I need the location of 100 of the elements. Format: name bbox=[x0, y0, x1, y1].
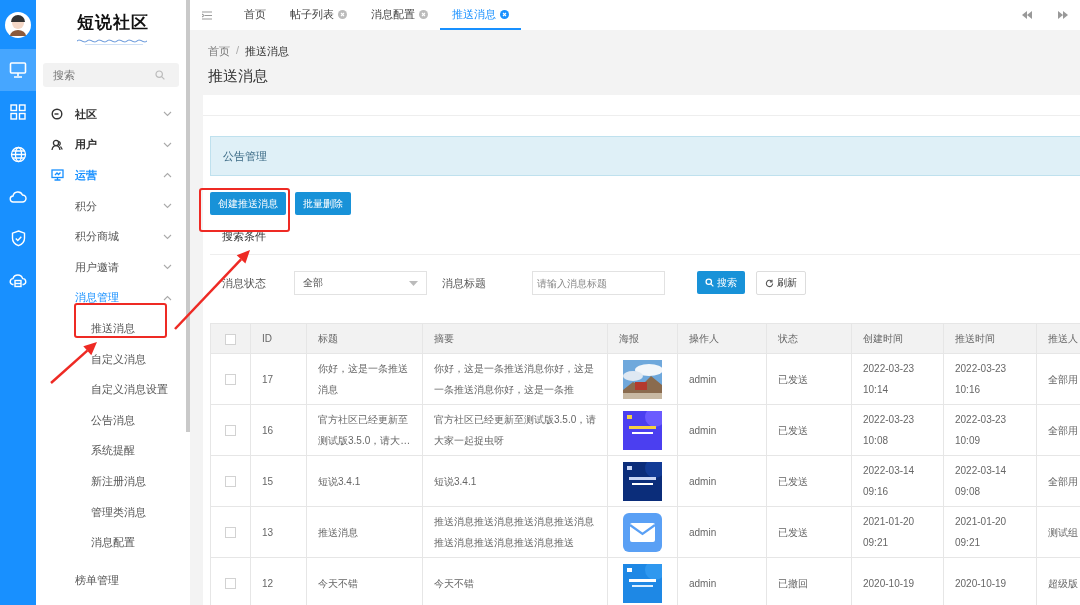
table-cell: 2020-10-19 bbox=[955, 577, 1007, 589]
close-icon[interactable] bbox=[500, 9, 509, 19]
chat-icon bbox=[51, 108, 63, 121]
menu-item[interactable]: 用户 bbox=[36, 129, 186, 161]
table-cell: 全部用 bbox=[1048, 424, 1078, 436]
fast-forward-icon[interactable] bbox=[1058, 11, 1068, 19]
menu-item[interactable]: 管理类消息 bbox=[36, 496, 186, 528]
menu-item[interactable]: 积分商城 bbox=[36, 221, 186, 252]
field-label: 消息标题 bbox=[442, 275, 486, 291]
checkbox[interactable] bbox=[225, 578, 236, 590]
title-input[interactable]: 请输入消息标题 bbox=[532, 271, 665, 295]
breadcrumb-separator: / bbox=[236, 44, 240, 58]
table-cell: 12 bbox=[262, 577, 274, 589]
menu-label: 运营 bbox=[75, 168, 97, 183]
table-cell: 2022-03-23 10:14 bbox=[863, 363, 915, 395]
table-cell: 已发送 bbox=[778, 373, 808, 385]
column-header: ID bbox=[262, 333, 272, 344]
table-cell: 2022-03-23 10:08 bbox=[863, 414, 915, 446]
checkbox[interactable] bbox=[225, 425, 236, 437]
menu-label: 社区 bbox=[75, 106, 97, 122]
grid-icon bbox=[10, 104, 26, 120]
menu-item[interactable]: 用户邀请 bbox=[36, 251, 186, 283]
table-cell: 2022-03-23 10:16 bbox=[955, 363, 1007, 395]
checkbox[interactable] bbox=[225, 527, 236, 539]
column-header: 海报 bbox=[619, 333, 639, 344]
table-cell: 今天不错 bbox=[318, 577, 358, 589]
checkbox[interactable] bbox=[225, 476, 236, 488]
page-tab[interactable]: 帖子列表 bbox=[278, 0, 359, 30]
page-tab[interactable]: 首页 bbox=[232, 0, 278, 30]
table-cell: admin bbox=[689, 577, 717, 589]
page-title: 推送消息 bbox=[208, 67, 269, 86]
menu-label: 榜单管理 bbox=[75, 572, 119, 588]
refresh-button[interactable]: 刷新 bbox=[756, 271, 806, 295]
cloud-server-icon bbox=[9, 272, 27, 288]
table-cell: 2020-10-19 bbox=[863, 577, 915, 589]
menu-item[interactable]: 社区 bbox=[36, 99, 186, 130]
page-tab[interactable]: 消息配置 bbox=[359, 0, 440, 30]
menu-label: 自定义消息 bbox=[91, 351, 146, 367]
menu-label: 用户邀请 bbox=[75, 259, 119, 275]
table-cell: 超级版 bbox=[1048, 577, 1078, 589]
table-cell: 15 bbox=[262, 475, 274, 487]
menu-item[interactable]: 榜单管理 bbox=[36, 564, 186, 596]
mail-icon bbox=[623, 512, 662, 552]
table-cell: admin bbox=[689, 373, 717, 385]
table-cell: 2021-01-20 09:21 bbox=[955, 516, 1007, 548]
menu-item[interactable]: 消息配置 bbox=[36, 527, 186, 558]
column-header: 推送时间 bbox=[955, 333, 995, 344]
presentation-icon bbox=[51, 169, 64, 182]
close-icon[interactable] bbox=[338, 9, 347, 19]
menu-icon[interactable] bbox=[202, 10, 212, 20]
table-cell: 官方社区已经更新至测试版3.5.0，请大家一起捉虫呀 bbox=[434, 414, 597, 446]
menu-label: 公告消息 bbox=[91, 412, 135, 428]
notice-bar: 公告管理 bbox=[210, 136, 1080, 176]
checkbox[interactable] bbox=[225, 374, 236, 386]
users-icon bbox=[51, 138, 63, 151]
table-cell: 13 bbox=[262, 526, 274, 538]
search-icon bbox=[705, 278, 714, 287]
breadcrumb-link[interactable]: 首页 bbox=[208, 44, 230, 59]
status-select[interactable]: 全部 bbox=[294, 271, 427, 295]
search-icon bbox=[155, 70, 165, 80]
table-cell: admin bbox=[689, 526, 717, 538]
column-header: 创建时间 bbox=[863, 333, 903, 344]
menu-item[interactable]: 自定义消息设置 bbox=[36, 374, 186, 405]
table-cell: 短说3.4.1 bbox=[318, 475, 361, 487]
menu-item[interactable]: 公告消息 bbox=[36, 404, 186, 436]
logo-title: 短说社区 bbox=[77, 10, 149, 34]
rewind-icon[interactable] bbox=[1022, 11, 1032, 19]
globe-icon bbox=[9, 145, 27, 163]
table-cell: 已撤回 bbox=[778, 577, 808, 589]
table-cell: 已发送 bbox=[778, 526, 808, 538]
column-header: 标题 bbox=[318, 333, 338, 344]
column-header: 摘要 bbox=[434, 333, 454, 344]
menu-label: 管理类消息 bbox=[91, 504, 146, 520]
menu-item[interactable]: 积分 bbox=[36, 190, 186, 222]
table-cell: 推送消息 bbox=[318, 526, 358, 538]
table-cell: 你好，这是一条推送消息 bbox=[318, 363, 408, 395]
checkbox[interactable] bbox=[225, 333, 236, 345]
table-cell: 2022-03-14 09:08 bbox=[955, 465, 1007, 497]
table-cell: 2022-03-14 09:16 bbox=[863, 465, 915, 497]
shield-icon bbox=[10, 229, 26, 247]
menu-item[interactable]: 新注册消息 bbox=[36, 466, 186, 497]
close-icon[interactable] bbox=[419, 9, 428, 19]
menu-item[interactable]: 系统提醒 bbox=[36, 435, 186, 467]
table-cell: 2021-01-20 09:21 bbox=[863, 516, 915, 548]
avatar-icon[interactable] bbox=[5, 11, 31, 38]
column-header: 推送人 bbox=[1048, 333, 1078, 344]
menu-label: 消息管理 bbox=[75, 290, 119, 306]
monitor-icon bbox=[9, 61, 27, 79]
search-field[interactable]: 搜索 bbox=[43, 63, 179, 87]
breadcrumb-link[interactable]: 推送消息 bbox=[245, 44, 290, 59]
table-cell: 17 bbox=[262, 373, 274, 385]
table-cell: 已发送 bbox=[778, 475, 808, 487]
menu-label: 自定义消息设置 bbox=[91, 382, 168, 398]
menu-label: 推送消息 bbox=[91, 320, 135, 336]
section-title: 搜索条件 bbox=[210, 215, 1080, 255]
table-cell: 测试组 bbox=[1048, 526, 1078, 538]
refresh-icon bbox=[765, 278, 774, 288]
table-cell: admin bbox=[689, 424, 717, 436]
menu-item[interactable]: 推送消息 bbox=[36, 313, 186, 344]
menu-item[interactable]: 自定义消息 bbox=[36, 343, 186, 375]
